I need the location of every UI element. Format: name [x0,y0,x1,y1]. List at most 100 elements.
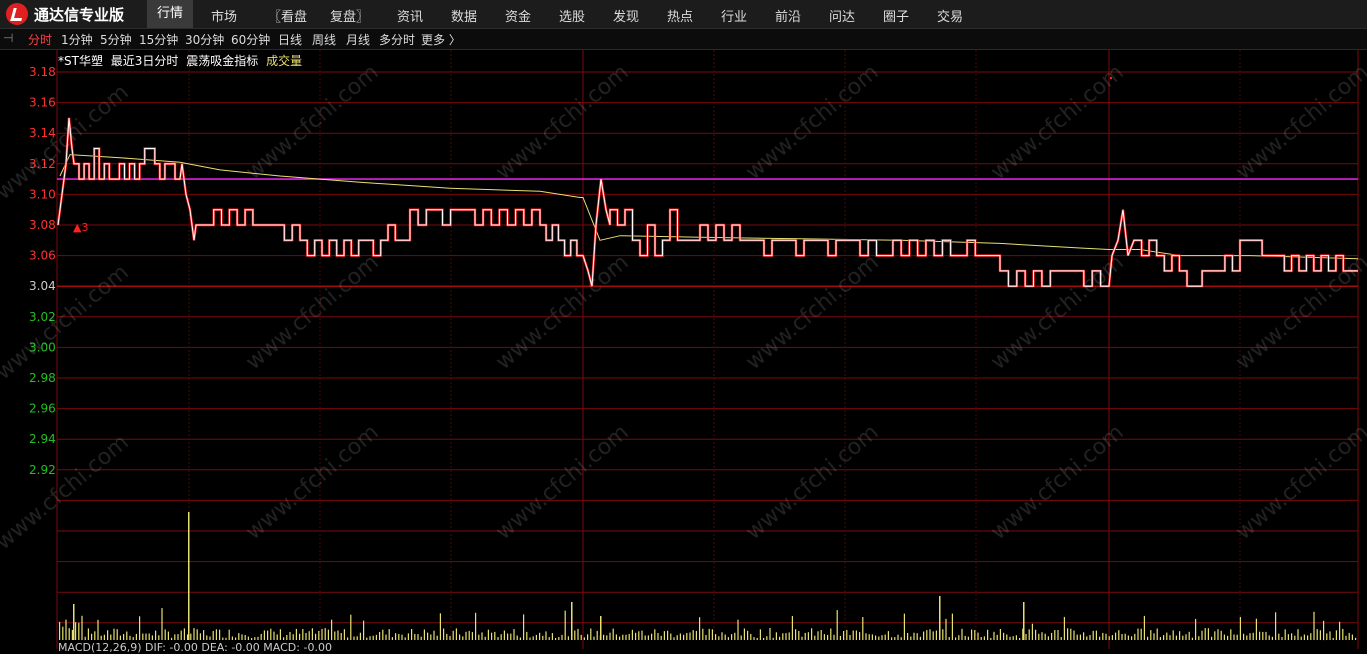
period-tab-7[interactable]: 周线 [312,31,336,48]
menu-item-4[interactable]: 资讯 [397,6,423,25]
volume-bar [270,628,272,640]
menu-item-2[interactable]: 〖看盘 [268,6,307,25]
volume-bar [145,633,147,640]
period-tab-9[interactable]: 多分时 [379,31,415,48]
collapse-left-icon[interactable]: ⊣ [3,31,13,45]
volume-bar [1175,635,1177,640]
period-tab-3[interactable]: 15分钟 [139,31,178,48]
top-menu-bar: 通达信专业版 行情 市场 〖看盘 复盘〗 资讯 数据 资金 选股 发现 热点 行业 前沿 问达 圈子 交易 [0,0,1367,29]
menu-item-10[interactable]: 行业 [721,6,747,25]
menu-item-7[interactable]: 选股 [559,6,585,25]
volume-bar [257,636,259,640]
volume-bar [641,630,643,640]
volume-bar [1172,630,1174,640]
volume-bar [625,634,627,640]
volume-bar [1239,616,1241,640]
volume-bar [1345,635,1347,640]
volume-bar [612,628,614,640]
menu-item-0[interactable]: 行情 [147,0,194,28]
volume-bar [71,629,73,640]
period-tab-4[interactable]: 30分钟 [185,31,224,48]
volume-bar [1115,632,1117,640]
volume-bar [459,634,461,640]
menu-item-11[interactable]: 前沿 [775,6,801,25]
volume-bar [388,629,390,640]
volume-bar [1281,637,1283,640]
volume-bar [382,629,384,640]
range-label[interactable]: 最近3日分时 [111,54,179,68]
volume-bar [939,596,941,640]
menu-item-14[interactable]: 交易 [937,6,963,25]
menu-item-1[interactable]: 市场 [211,6,237,25]
y-tick-label: 2.98 [29,371,56,385]
volume-bar [427,632,429,640]
volume-bar [507,633,509,640]
volume-label[interactable]: 成交量 [266,54,302,68]
volume-bar [859,632,861,640]
volume-bar [167,631,169,640]
menu-item-5[interactable]: 数据 [451,6,477,25]
y-tick-label: 3.10 [29,187,56,201]
volume-bar [606,635,608,640]
menu-item-13[interactable]: 圈子 [883,6,909,25]
intraday-chart[interactable]: 3.183.163.143.123.103.083.063.043.023.00… [0,50,1367,649]
period-tab-1[interactable]: 1分钟 [61,31,93,48]
volume-bar [676,635,678,640]
volume-bar [1019,638,1021,640]
volume-bar [1099,636,1101,640]
volume-bar [686,633,688,640]
volume-bar [532,636,534,640]
volume-bar [436,635,438,640]
volume-bar [158,635,160,640]
volume-bar [1351,634,1353,640]
volume-bar [580,634,582,640]
volume-bar [955,637,957,640]
volume-bar [990,638,992,640]
volume-bar [1063,616,1065,640]
menu-item-9[interactable]: 热点 [667,6,693,25]
volume-bar [679,633,681,640]
volume-bar [430,634,432,640]
volume-bar [209,636,211,640]
volume-bar [721,632,723,640]
menu-item-3[interactable]: 复盘〗 [330,6,369,25]
period-tab-10[interactable]: 更多 〉 [421,31,461,48]
volume-bar [235,637,237,640]
volume-bar [846,629,848,640]
volume-bar [839,635,841,640]
y-tick-label: 3.04 [29,279,56,293]
volume-bar [743,628,745,640]
volume-bar [759,629,761,640]
menu-item-8[interactable]: 发现 [613,6,639,25]
volume-bar [513,629,515,640]
volume-bar [865,633,867,640]
volume-bar [129,635,131,640]
volume-bar [1303,634,1305,640]
period-tab-6[interactable]: 日线 [278,31,302,48]
volume-bar [308,631,310,640]
volume-bar [225,637,227,640]
volume-bar [1047,636,1049,640]
volume-bar [471,632,473,640]
menu-item-12[interactable]: 问达 [829,6,855,25]
volume-bar [107,630,109,640]
period-tab-0[interactable]: 分时 [28,31,52,48]
volume-bar [1255,618,1257,640]
y-tick-label: 3.08 [29,218,56,232]
volume-bar [62,626,64,640]
menu-item-6[interactable]: 资金 [505,6,531,25]
period-tab-2[interactable]: 5分钟 [100,31,132,48]
volume-bar [110,634,112,640]
volume-bar [775,632,777,640]
volume-bar [219,629,221,640]
period-tab-5[interactable]: 60分钟 [231,31,270,48]
indicator-label[interactable]: 震荡吸金指标 [186,54,258,68]
volume-bar [423,629,425,640]
volume-bar [1156,628,1158,640]
volume-bar [177,634,179,640]
volume-bar [350,614,352,640]
volume-bar [1342,628,1344,640]
volume-bar [1067,628,1069,640]
volume-bar [289,632,291,640]
period-tab-8[interactable]: 月线 [346,31,370,48]
